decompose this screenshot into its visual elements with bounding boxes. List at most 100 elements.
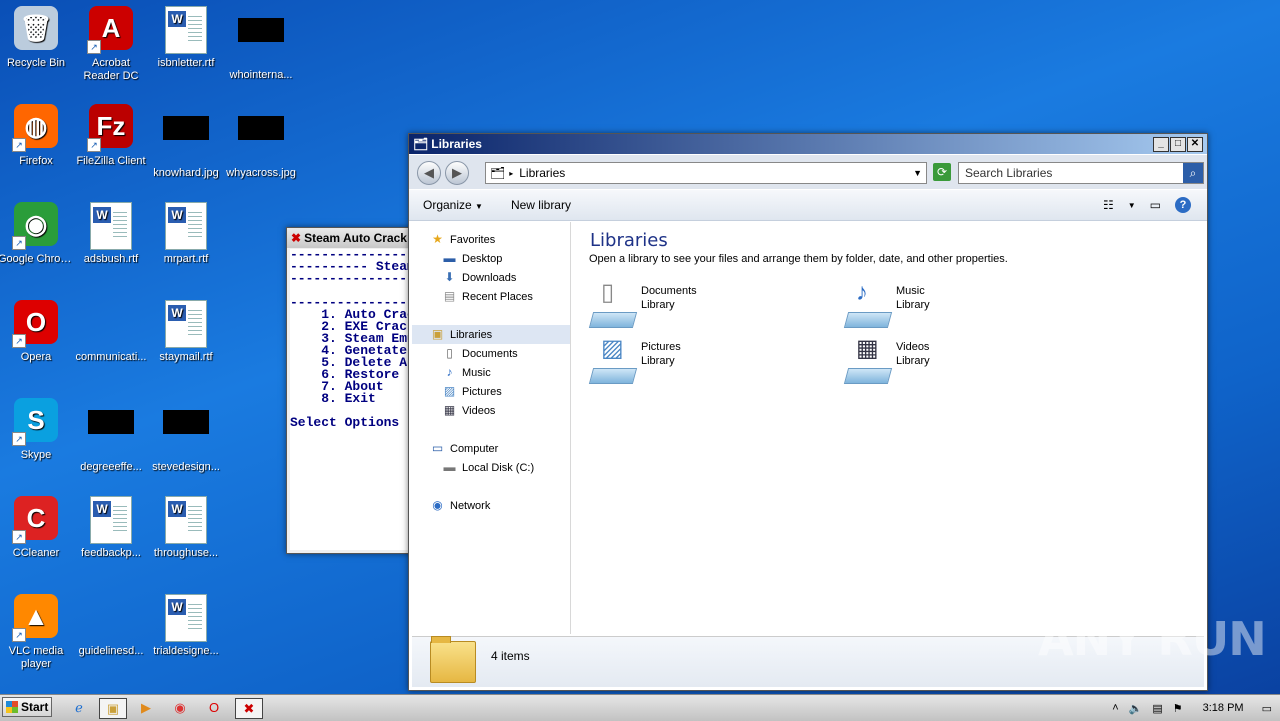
view-options-chevron-icon[interactable]: ▼ [1128, 201, 1136, 210]
explorer-titlebar[interactable]: 🗂 Libraries _ □ ✕ [409, 134, 1207, 154]
desktop-icon-10[interactable]: Wmrpart.rtf [148, 202, 224, 266]
library-pictures[interactable]: ▨ Pictures Library [588, 337, 681, 386]
desktop-icon-6[interactable]: knowhard.jpg [148, 104, 224, 180]
change-view-icon[interactable]: ☷ [1103, 198, 1114, 212]
taskbar-console-icon[interactable]: ✖ [235, 698, 263, 719]
taskbar-media-player-icon[interactable]: ▶ [133, 698, 159, 717]
desktop-icon: ▬ [443, 251, 456, 265]
redacted-thumbnail [162, 410, 210, 458]
desktop-icon-label: Skype [20, 449, 52, 461]
search-box[interactable]: Search Libraries ⌕ [958, 162, 1204, 184]
desktop-icon-20[interactable]: ▲ ↗ VLC media player [0, 594, 74, 671]
desktop-icon-19[interactable]: Wthroughuse... [148, 496, 224, 560]
steam-titlebar[interactable]: ✖ Steam Auto Crack [287, 228, 427, 248]
nav-computer[interactable]: ▭ Computer [412, 439, 570, 458]
search-icon[interactable]: ⌕ [1183, 163, 1203, 183]
nav-desktop[interactable]: ▬ Desktop [412, 249, 570, 268]
pictures-library-icon: ▨ [588, 337, 638, 386]
taskbar-explorer-icon[interactable]: ▣ [99, 698, 127, 719]
nav-libraries[interactable]: ▣ Libraries [412, 325, 570, 344]
recent-places-icon: ▤ [443, 289, 456, 303]
vlc-icon: ▲ ↗ [12, 594, 60, 642]
show-desktop-icon[interactable]: ▭ [1262, 702, 1272, 715]
address-dropdown-icon[interactable]: ▼ [913, 168, 922, 178]
library-music[interactable]: ♪ Music Library [843, 281, 930, 330]
explorer-window[interactable]: 🗂 Libraries _ □ ✕ ◀ ▶ 🗂 ▸ Libraries ▼ ⟳ … [408, 133, 1208, 691]
desktop-icon-21[interactable]: guidelinesd... [73, 594, 149, 658]
address-chevron-icon[interactable]: ▸ [509, 169, 513, 178]
desktop-icon-22[interactable]: Wtrialdesigne... [148, 594, 224, 658]
steam-auto-crack-window[interactable]: ✖ Steam Auto Crack --------------- ------… [286, 227, 428, 554]
library-documents[interactable]: ▯ Documents Library [588, 281, 697, 330]
desktop-icon-1[interactable]: A ↗ Acrobat Reader DC [73, 6, 149, 83]
desktop-icon-9[interactable]: Wadsbush.rtf [73, 202, 149, 266]
clock[interactable]: 3:18 PM [1203, 702, 1244, 714]
blank-doc-icon [87, 594, 135, 642]
desktop-icon-8[interactable]: ◉ ↗ Google Chrome [0, 202, 74, 266]
command-bar: Organize ▼ New library ☷ ▼ ▭ ? [409, 190, 1207, 221]
network-tray-icon[interactable]: ▤ [1152, 702, 1162, 715]
volume-icon[interactable]: 🔈 [1129, 702, 1143, 715]
windows-logo-icon [6, 701, 18, 713]
minimize-button[interactable]: _ [1153, 136, 1169, 152]
recycle-bin-icon: 🗑 [12, 6, 60, 54]
nav-recent-places[interactable]: ▤ Recent Places [412, 287, 570, 306]
desktop-icon-0[interactable]: 🗑 Recycle Bin [0, 6, 74, 70]
desktop-icon-18[interactable]: Wfeedbackp... [73, 496, 149, 560]
word-doc-icon: W [162, 594, 210, 642]
videos-library-icon: ▦ [843, 337, 893, 386]
nav-downloads[interactable]: ⬇ Downloads [412, 268, 570, 287]
refresh-button[interactable]: ⟳ [933, 163, 951, 181]
organize-menu[interactable]: Organize ▼ [409, 198, 497, 212]
desktop-icon-7[interactable]: whyacross.jpg [223, 104, 299, 180]
desktop-icon-15[interactable]: degreeeffe... [73, 398, 149, 474]
word-doc-icon: W [87, 202, 135, 250]
desktop-icon-12[interactable]: communicati... [73, 300, 149, 364]
desktop-icon-14[interactable]: S ↗ Skype [0, 398, 74, 462]
help-icon[interactable]: ? [1175, 197, 1191, 213]
start-button[interactable]: Start [2, 697, 52, 717]
organize-label: Organize [423, 198, 472, 212]
taskbar-opera-icon[interactable]: O [201, 698, 227, 717]
desktop-icon-label: FileZilla Client [76, 155, 146, 167]
nav-videos[interactable]: ▦ Videos [412, 401, 570, 420]
organize-chevron-icon: ▼ [475, 202, 483, 211]
close-button[interactable]: ✕ [1187, 136, 1203, 152]
desktop-icon-16[interactable]: stevedesign... [148, 398, 224, 474]
new-library-button[interactable]: New library [497, 198, 585, 212]
taskbar-chrome-icon[interactable]: ◉ [167, 698, 193, 717]
desktop-icon-13[interactable]: Wstaymail.rtf [148, 300, 224, 364]
nav-local-disk[interactable]: ▬ Local Disk (C:) [412, 458, 570, 477]
tray-expand-icon[interactable]: ˄ [1112, 702, 1118, 714]
console-output[interactable]: ------------------------------ Steam----… [290, 249, 427, 550]
back-button[interactable]: ◀ [417, 161, 441, 185]
nav-pictures[interactable]: ▨ Pictures [412, 382, 570, 401]
nav-network[interactable]: ◉ Network [412, 496, 570, 515]
address-bar[interactable]: 🗂 ▸ Libraries ▼ [485, 162, 927, 184]
search-input[interactable]: Search Libraries [959, 166, 1052, 180]
desktop-icon-4[interactable]: ◍ ↗ Firefox [0, 104, 74, 168]
content-pane: Libraries Open a library to see your fil… [572, 222, 1207, 634]
nav-documents[interactable]: ▯ Documents [412, 344, 570, 363]
action-center-flag-icon[interactable]: ⚑ [1173, 702, 1183, 715]
item-count: 4 items [491, 649, 530, 663]
libraries-icon: ▣ [431, 327, 444, 341]
nav-libraries-label: Libraries [450, 328, 493, 341]
nav-music[interactable]: ♪ Music [412, 363, 570, 382]
forward-button[interactable]: ▶ [445, 161, 469, 185]
desktop-icon-label: Opera [20, 351, 52, 363]
library-videos[interactable]: ▦ Videos Library [843, 337, 930, 386]
desktop-icon-11[interactable]: O ↗ Opera [0, 300, 74, 364]
desktop-icon-2[interactable]: Wisbnletter.rtf [148, 6, 224, 70]
maximize-button[interactable]: □ [1170, 136, 1186, 152]
desktop-icon-5[interactable]: Fz ↗ FileZilla Client [73, 104, 149, 168]
desktop-icon-3[interactable]: whointerna... [223, 6, 299, 82]
taskbar-ie-icon[interactable]: ℯ [66, 698, 92, 717]
desktop-icon-label: Firefox [19, 155, 53, 167]
nav-favorites[interactable]: ★ Favorites [412, 230, 570, 249]
desktop-icon-17[interactable]: C ↗ CCleaner [0, 496, 74, 560]
library-folder-icon: 🗂 [413, 137, 429, 151]
library-music-type: Library [896, 299, 930, 311]
preview-pane-icon[interactable]: ▭ [1150, 198, 1161, 212]
desktop-icon-label: throughuse... [153, 547, 219, 559]
